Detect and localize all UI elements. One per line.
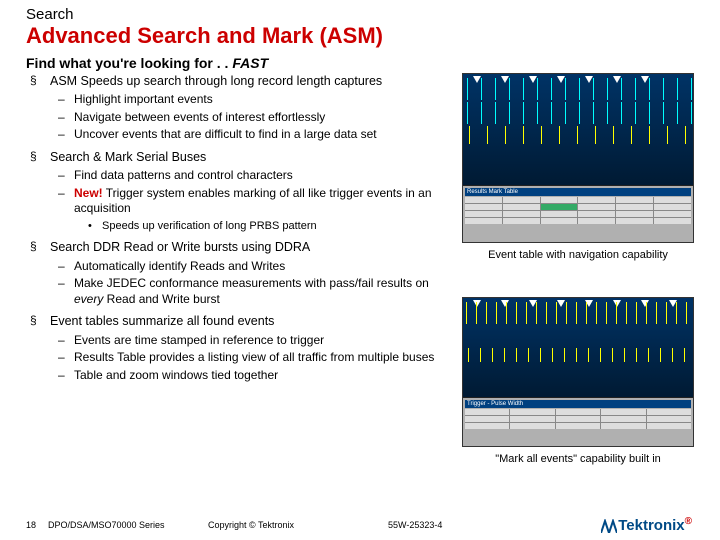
- slide-kicker: Search: [26, 6, 694, 23]
- bullet-1-sub-1: Highlight important events: [52, 92, 450, 108]
- slide-title: Advanced Search and Mark (ASM): [26, 23, 694, 49]
- bullet-1-sub-3: Uncover events that are difficult to fin…: [52, 127, 450, 143]
- bullet-2-sub-2: New! Trigger system enables marking of a…: [52, 186, 450, 233]
- bullet-4-sub-1: Events are time stamped in reference to …: [52, 333, 450, 349]
- bullet-3-sub-1: Automatically identify Reads and Writes: [52, 259, 450, 275]
- oscilloscope-screenshot-2: Trigger - Pulse Width: [462, 297, 694, 447]
- bullet-2: Search & Mark Serial Buses Find data pat…: [26, 149, 450, 233]
- bullet-1-sub-2: Navigate between events of interest effo…: [52, 110, 450, 126]
- caption-2: "Mark all events" capability built in: [462, 453, 694, 465]
- bullet-4-sub-3: Table and zoom windows tied together: [52, 368, 450, 384]
- slide-lead: Find what you're looking for . . FAST: [26, 55, 694, 71]
- copyright: Copyright © Tektronix: [208, 520, 388, 530]
- bullet-2-sub-1: Find data patterns and control character…: [52, 168, 450, 184]
- caption-1: Event table with navigation capability: [462, 249, 694, 261]
- bullet-2-sub-2-sub: Speeds up verification of long PRBS patt…: [76, 219, 450, 233]
- tektronix-logo: Tektronix®: [601, 516, 694, 534]
- slide-footer: 18 DPO/DSA/MSO70000 Series Copyright © T…: [26, 516, 694, 534]
- page-number: 18: [26, 520, 48, 530]
- bullet-column: ASM Speeds up search through long record…: [26, 73, 450, 465]
- image-column: Results Mark Table Event table with navi…: [462, 73, 694, 465]
- new-badge: New!: [74, 186, 103, 200]
- bullet-3-text: Search DDR Read or Write bursts using DD…: [50, 240, 310, 254]
- lead-text: Find what you're looking for . .: [26, 55, 232, 71]
- bullet-4-text: Event tables summarize all found events: [50, 314, 274, 328]
- bullet-4: Event tables summarize all found events …: [26, 313, 450, 383]
- tektronix-logo-text: Tektronix: [618, 517, 684, 534]
- bullet-4-sub-2: Results Table provides a listing view of…: [52, 350, 450, 366]
- tektronix-logo-icon: [601, 519, 617, 533]
- bullet-2-text: Search & Mark Serial Buses: [50, 150, 206, 164]
- bullet-3: Search DDR Read or Write bursts using DD…: [26, 239, 450, 307]
- product-series: DPO/DSA/MSO70000 Series: [48, 520, 208, 530]
- bullet-3-sub-2: Make JEDEC conformance measurements with…: [52, 276, 450, 307]
- oscilloscope-screenshot-1: Results Mark Table: [462, 73, 694, 243]
- bullet-1: ASM Speeds up search through long record…: [26, 73, 450, 143]
- bullet-1-text: ASM Speeds up search through long record…: [50, 74, 382, 88]
- bullet-3-sub-2a: Make JEDEC conformance measurements with…: [74, 276, 429, 290]
- every-word: every: [74, 292, 103, 306]
- lead-fast: FAST: [232, 55, 268, 71]
- bullet-3-sub-2b: Read and Write burst: [103, 292, 220, 306]
- bullet-2-sub-2-text: Trigger system enables marking of all li…: [74, 186, 432, 216]
- document-number: 55W-25323-4: [388, 520, 508, 530]
